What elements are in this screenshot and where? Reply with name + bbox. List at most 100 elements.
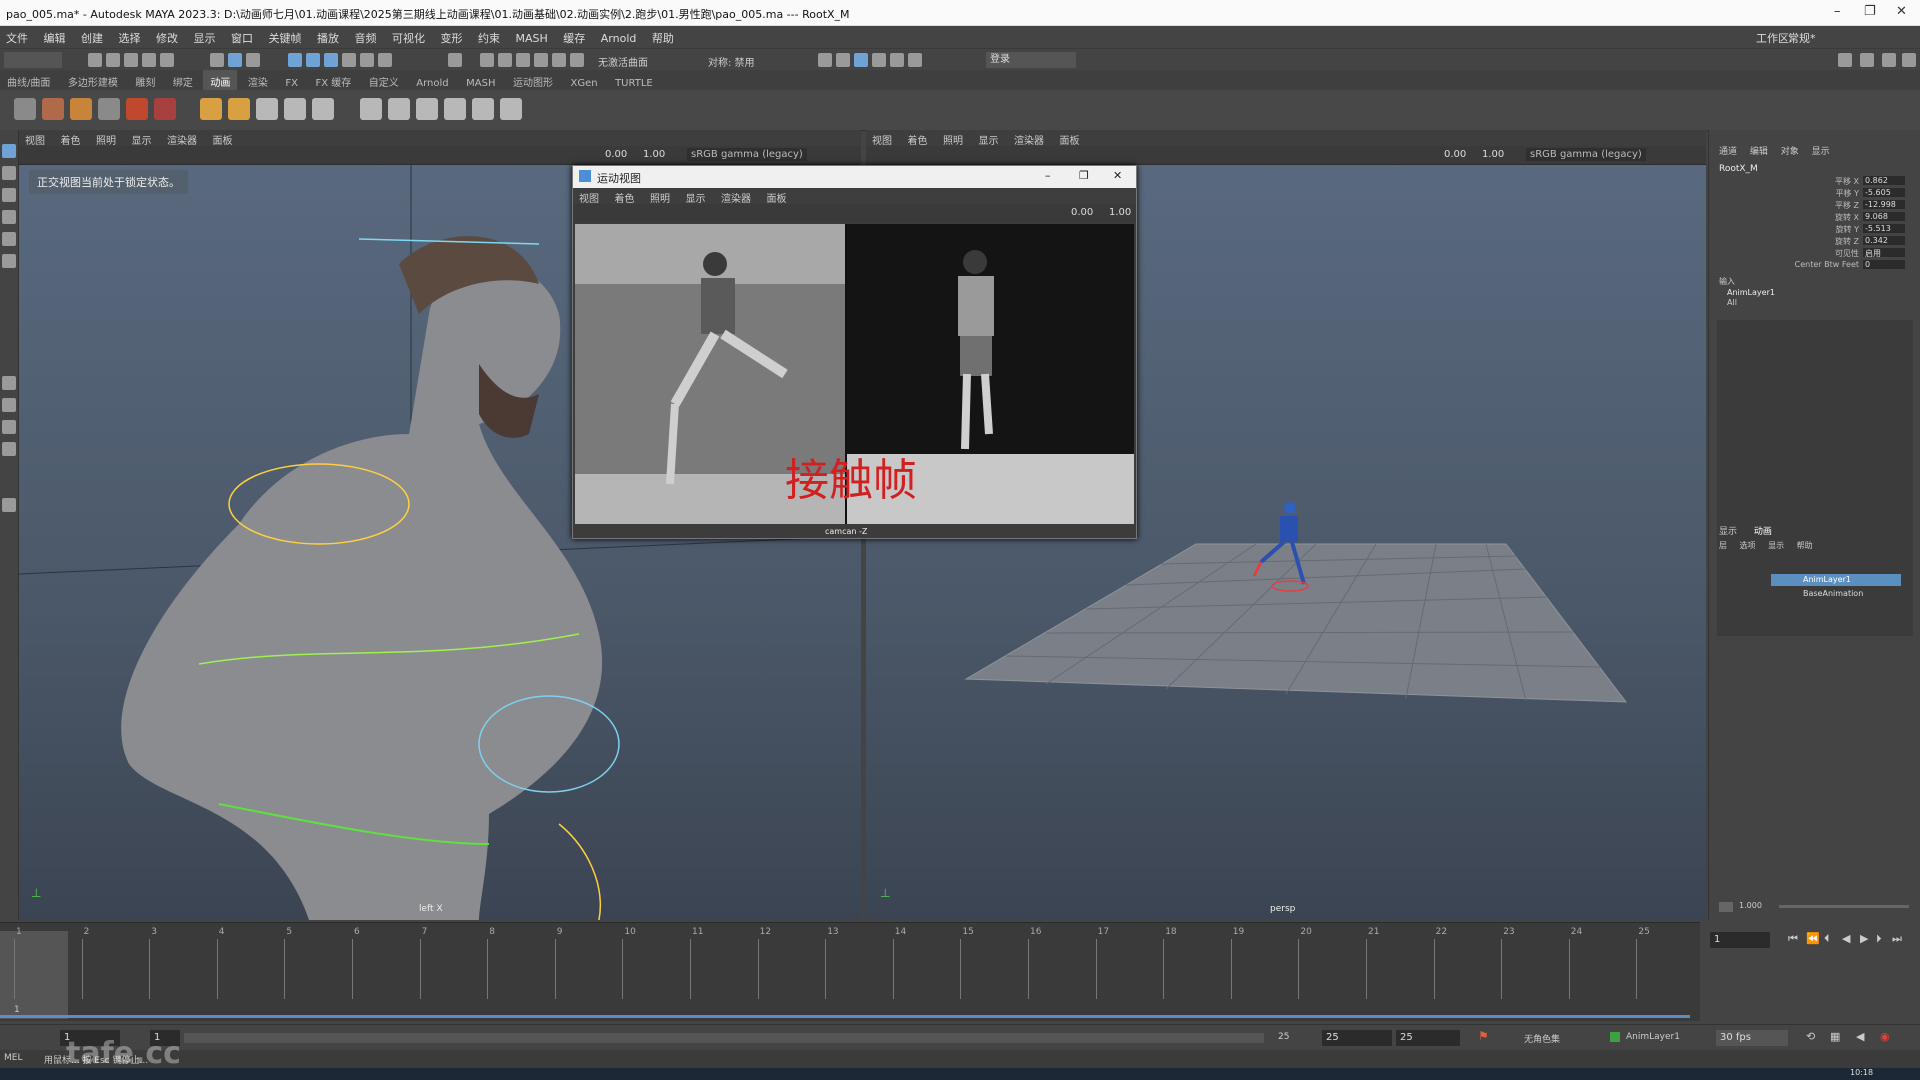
float-minimize-button[interactable]: – [1045,169,1051,182]
shelf-tool-1-icon[interactable] [14,98,36,120]
attr-translate-y[interactable]: 平移 Y -5.605 [1709,188,1920,198]
le-menu-show[interactable]: 显示 [1768,541,1784,550]
go-to-end-icon[interactable]: ⏭ [1892,932,1902,946]
snap-grid-icon[interactable] [288,53,302,67]
shelf-joint-icon[interactable] [256,98,278,120]
tool-settings-icon[interactable] [872,53,886,67]
le-tab-display[interactable]: 显示 [1719,527,1737,537]
step-back-key-icon[interactable]: ⏪ [1806,932,1820,945]
channel-box-icon[interactable] [890,53,904,67]
go-to-start-icon[interactable]: ⏮ [1788,932,1798,946]
lasso-tool-icon[interactable] [2,166,16,180]
attribute-editor-icon[interactable] [854,53,868,67]
float-close-button[interactable]: ✕ [1113,169,1122,182]
play-backward-icon[interactable]: ◀ [1842,932,1850,945]
floating-reference-window[interactable]: 运动视图 – ❐ ✕ 视图 着色 照明 显示 渲染器 面板 0.00 1.00 [572,165,1137,539]
shelf-constraint-5-icon[interactable] [472,98,494,120]
save-scene-icon[interactable] [124,53,138,67]
sound-icon[interactable]: ◀ [1856,1030,1864,1043]
layer-weight-key-icon[interactable] [1719,902,1733,912]
cb-tab-show[interactable]: 显示 [1812,147,1830,157]
le-menu-options[interactable]: 选项 [1740,541,1756,550]
menu-file[interactable]: 文件 [0,26,34,46]
shelf-breakdown-icon[interactable] [228,98,250,120]
input-animlayer[interactable]: AnimLayer1 [1727,288,1775,297]
exposure-value-2[interactable]: 0.00 [1444,149,1466,160]
menu-key[interactable]: 关键帧 [263,26,308,46]
cache-icon[interactable]: ◉ [1880,1030,1890,1043]
login-button[interactable]: 登录 [986,52,1076,68]
layout-single-icon[interactable] [1838,53,1852,67]
attr-rotate-x[interactable]: 旋转 X 9.068 [1709,212,1920,222]
fw-gamma-value[interactable]: 1.00 [1109,207,1131,218]
layout-four-icon[interactable] [1860,53,1874,67]
menu-audio[interactable]: 音频 [349,26,383,46]
menu-deform[interactable]: 变形 [435,26,469,46]
le-menu-layers[interactable]: 层 [1719,541,1727,550]
snap-curve-icon[interactable] [306,53,320,67]
exposure-value[interactable]: 0.00 [605,149,627,160]
menu-edit[interactable]: 编辑 [38,26,72,46]
attr-rotate-y[interactable]: 旋转 Y -5.513 [1709,224,1920,234]
menu-modify[interactable]: 修改 [150,26,184,46]
attr-center-btw-feet[interactable]: Center Btw Feet 0 [1709,260,1920,270]
character-set-select[interactable]: 无角色集 [1524,1032,1560,1045]
construction-history-icon[interactable] [480,53,494,67]
menu-mash[interactable]: MASH [510,28,554,45]
hypershade-icon[interactable] [552,53,566,67]
menu-help[interactable]: 帮助 [646,26,680,46]
shelf-tool-6-icon[interactable] [154,98,176,120]
hik-icon[interactable] [836,53,850,67]
render-frame-icon[interactable] [498,53,512,67]
color-space-select[interactable]: sRGB gamma (legacy) [687,148,807,161]
shelf-constraint-2-icon[interactable] [388,98,410,120]
snap-point-icon[interactable] [324,53,338,67]
range-slider[interactable] [184,1033,1264,1043]
render-settings-icon[interactable] [534,53,548,67]
undo-icon[interactable] [142,53,156,67]
select-object-icon[interactable] [228,53,242,67]
color-space-select-2[interactable]: sRGB gamma (legacy) [1526,148,1646,161]
loop-icon[interactable]: ⟲ [1806,1030,1815,1043]
shelf-constraint-4-icon[interactable] [444,98,466,120]
modeling-toolkit-icon[interactable] [818,53,832,67]
select-component-icon[interactable] [246,53,260,67]
layout-two-icon[interactable] [1882,53,1896,67]
menu-set-select[interactable] [4,52,62,68]
shelf-tool-5-icon[interactable] [126,98,148,120]
shelf-tool-4-icon[interactable] [98,98,120,120]
layout-preset-3-icon[interactable] [2,420,16,434]
anim-end-field[interactable]: 25 [1396,1030,1460,1046]
scale-tool-icon[interactable] [2,254,16,268]
current-frame-field[interactable]: 1 [1710,932,1770,948]
select-tool-icon[interactable] [2,144,16,158]
menu-display[interactable]: 显示 [188,26,222,46]
command-lang[interactable]: MEL [4,1053,22,1063]
snap-live-icon[interactable] [378,53,392,67]
shelf-tool-3-icon[interactable] [70,98,92,120]
auto-key-icon[interactable]: ⚑ [1478,1029,1489,1043]
fw-exposure-value[interactable]: 0.00 [1071,207,1093,218]
cb-tab-object[interactable]: 对象 [1781,147,1799,157]
snap-surface-icon[interactable] [360,53,374,67]
live-surface-label[interactable]: 无激活曲面 [598,54,648,69]
layout-outliner-icon[interactable] [1902,53,1916,67]
snap-view-icon[interactable] [342,53,356,67]
current-frame-marker[interactable] [0,931,68,1019]
shelf-key-icon[interactable] [200,98,222,120]
float-maximize-button[interactable]: ❐ [1079,169,1089,182]
ipr-render-icon[interactable] [516,53,530,67]
rotate-tool-icon[interactable] [2,232,16,246]
render-view-icon[interactable] [570,53,584,67]
open-scene-icon[interactable] [106,53,120,67]
shelf-constraint-1-icon[interactable] [360,98,382,120]
pause-viewport-icon[interactable] [908,53,922,67]
symmetry-label[interactable]: 对称: 禁用 [708,54,755,69]
layout-preset-2-icon[interactable] [2,398,16,412]
play-forward-icon[interactable]: ▶ [1860,932,1868,945]
menu-windows[interactable]: 窗口 [225,26,259,46]
move-tool-icon[interactable] [2,210,16,224]
menu-create[interactable]: 创建 [75,26,109,46]
maximize-button[interactable]: ❐ [1864,4,1876,19]
step-back-frame-icon[interactable]: ⏴ [1824,932,1830,946]
